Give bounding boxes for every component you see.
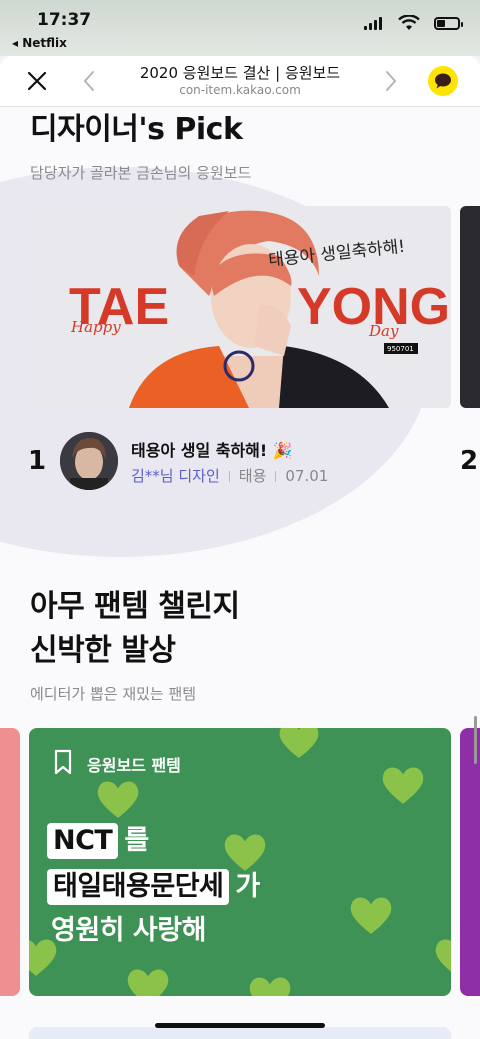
next-section-peek (29, 1027, 451, 1039)
designers-pick-banner[interactable]: TAE YONG Happy Day 태용아 생일축하해! 950701 (29, 206, 451, 408)
page-title: 2020 응원보드 결산 | 응원보드 (139, 64, 341, 82)
item-title[interactable]: 태용아 생일 축하해! 🎉 (131, 437, 293, 461)
card-label: 응원보드 팬템 (87, 756, 181, 775)
next-banner-peek[interactable] (460, 206, 480, 408)
chevron-left-icon[interactable] (82, 70, 96, 92)
meta-divider (275, 471, 277, 482)
wifi-icon (398, 15, 420, 30)
back-to-app-link[interactable]: ◂ Netflix (12, 36, 67, 50)
section-subtitle-designers-pick: 담당자가 골라본 금손님의 응원보드 (30, 164, 252, 182)
card-line-2: 태일태용문단세 가 (47, 864, 260, 905)
section-title-fantem-line1: 아무 팬템 챌린지 (30, 589, 240, 624)
heart-icon (279, 728, 319, 758)
bookmark-icon (54, 749, 72, 775)
fantem-card[interactable]: 응원보드 팬템 NCT 를 태일태용문단세 가 영원히 사랑해 (29, 728, 451, 996)
banner-date-tag: 950701 (387, 345, 414, 353)
heart-icon (249, 977, 291, 996)
section-subtitle-fantem: 에디터가 뽑은 재밌는 팬템 (30, 685, 197, 703)
chevron-right-icon[interactable] (384, 70, 398, 92)
card-chip-members: 태일태용문단세 (47, 869, 230, 905)
prev-card-peek[interactable] (0, 728, 20, 996)
heart-icon (127, 969, 169, 996)
heart-icon (350, 897, 392, 934)
rank-number: 1 (28, 446, 47, 476)
status-time: 17:37 (37, 10, 92, 30)
heart-icon (382, 767, 424, 804)
close-icon[interactable] (26, 70, 48, 92)
next-rank-number: 2 (460, 446, 479, 476)
meta-divider (228, 471, 230, 482)
banner-day-text: Day (368, 322, 399, 340)
card-line-1: NCT 를 (47, 818, 149, 859)
scrollbar[interactable] (474, 716, 477, 764)
status-bar: 17:37 ◂ Netflix (0, 0, 480, 56)
browser-topbar: 2020 응원보드 결산 | 응원보드 con-item.kakao.com (0, 56, 480, 107)
card-chip-nct: NCT (47, 823, 119, 859)
heart-icon (97, 781, 139, 818)
banner-happy-text: Happy (70, 318, 121, 336)
section-title-fantem-line2: 신박한 발상 (30, 633, 176, 668)
content-area: 디자이너's Pick 담당자가 골라본 금손님의 응원보드 TAE YONG … (0, 107, 480, 1039)
battery-icon (434, 17, 463, 30)
signal-icon (364, 17, 382, 30)
card-line-3: 영원히 사랑해 (51, 915, 206, 946)
card-line-1-suffix: 를 (124, 825, 149, 856)
avatar (60, 432, 118, 490)
card-line-2-suffix: 가 (235, 871, 260, 902)
kakaotalk-share-button[interactable] (428, 66, 458, 96)
banner-artwork: TAE YONG Happy Day 태용아 생일축하해! 950701 (29, 206, 451, 408)
section-title-designers-pick: 디자이너's Pick (30, 112, 243, 147)
next-card-peek[interactable] (460, 728, 480, 996)
designer-link[interactable]: 김**님 디자인 (131, 467, 220, 485)
page-url: con-item.kakao.com (179, 83, 301, 97)
heart-icon (435, 939, 451, 972)
item-meta: 김**님 디자인 태용 07.01 (131, 465, 328, 486)
home-indicator[interactable] (155, 1023, 325, 1028)
artist-name: 태용 (238, 467, 267, 485)
item-date: 07.01 (285, 467, 329, 485)
kakaotalk-icon (435, 73, 451, 89)
